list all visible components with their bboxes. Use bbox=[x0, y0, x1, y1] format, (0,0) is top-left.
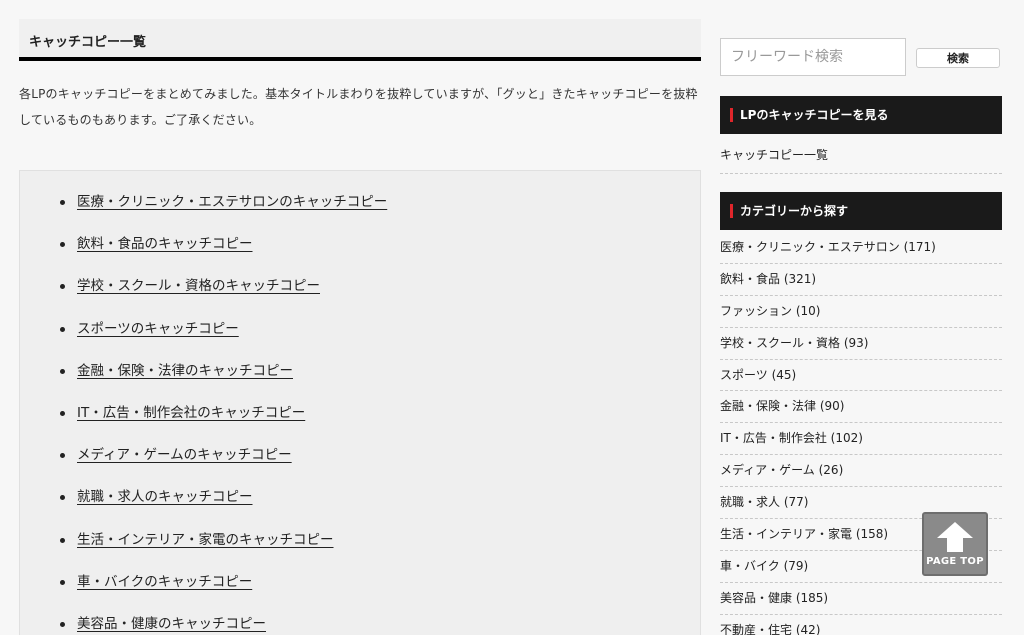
bullet-icon bbox=[60, 284, 65, 290]
catchcopy-link[interactable]: 車・バイクのキャッチコピー bbox=[77, 574, 252, 590]
catchcopy-link[interactable]: 生活・インテリア・家電のキャッチコピー bbox=[77, 532, 334, 548]
catchcopy-link[interactable]: メディア・ゲームのキャッチコピー bbox=[77, 447, 292, 463]
catchcopy-link[interactable]: 飲料・食品のキャッチコピー bbox=[77, 236, 253, 252]
category-link[interactable]: 金融・保険・法律 (90) bbox=[720, 399, 844, 413]
category-link[interactable]: 生活・インテリア・家電 (158) bbox=[720, 527, 888, 541]
list-item: スポーツのキャッチコピー bbox=[58, 315, 700, 357]
search-form: 検索 bbox=[720, 38, 1002, 76]
category-link[interactable]: 医療・クリニック・エステサロン (171) bbox=[720, 240, 936, 254]
list-item: 就職・求人のキャッチコピー bbox=[58, 483, 700, 525]
catchcopy-list-box: 医療・クリニック・エステサロンのキャッチコピー 飲料・食品のキャッチコピー学校・ス… bbox=[19, 170, 701, 635]
catchcopy-link[interactable]: IT・広告・制作会社のキャッチコピー bbox=[77, 405, 305, 421]
search-button[interactable]: 検索 bbox=[916, 48, 1000, 68]
bullet-icon bbox=[60, 326, 65, 332]
list-item: 医療・クリニック・エステサロンのキャッチコピー bbox=[58, 188, 700, 230]
category-item: IT・広告・制作会社 (102) bbox=[720, 423, 1002, 456]
bullet-icon bbox=[60, 242, 65, 248]
page-top-button[interactable]: PAGE TOP bbox=[922, 512, 988, 576]
category-item: 不動産・住宅 (42) bbox=[720, 615, 1002, 635]
category-item: 学校・スクール・資格 (93) bbox=[720, 328, 1002, 360]
list-item: 美容品・健康のキャッチコピー bbox=[58, 610, 700, 635]
catchcopy-link[interactable]: 金融・保険・法律のキャッチコピー bbox=[77, 363, 293, 379]
bullet-icon bbox=[60, 200, 65, 205]
list-item: 車・バイクのキャッチコピー bbox=[58, 568, 700, 610]
list-item: メディア・ゲームのキャッチコピー bbox=[58, 441, 700, 483]
list-item: 飲料・食品のキャッチコピー bbox=[58, 230, 700, 272]
category-link[interactable]: メディア・ゲーム (26) bbox=[720, 463, 843, 477]
bullet-icon bbox=[60, 410, 65, 416]
category-link[interactable]: 飲料・食品 (321) bbox=[720, 272, 816, 286]
category-item: 飲料・食品 (321) bbox=[720, 264, 1002, 296]
category-item: 医療・クリニック・エステサロン (171) bbox=[720, 232, 1002, 264]
category-link[interactable]: ファッション (10) bbox=[720, 304, 820, 318]
catchcopy-list: 医療・クリニック・エステサロンのキャッチコピー 飲料・食品のキャッチコピー学校・ス… bbox=[58, 188, 700, 635]
list-item: 学校・スクール・資格のキャッチコピー bbox=[58, 272, 700, 314]
widget-title-text: カテゴリーから探す bbox=[740, 204, 849, 218]
widget-title-text: LPのキャッチコピーを見る bbox=[740, 108, 889, 122]
category-item: メディア・ゲーム (26) bbox=[720, 455, 1002, 488]
up-arrow-icon bbox=[937, 522, 973, 552]
catchcopy-link[interactable]: 就職・求人のキャッチコピー bbox=[77, 489, 253, 505]
category-link[interactable]: スポーツ (45) bbox=[720, 368, 796, 382]
catchcopy-link[interactable]: 学校・スクール・資格のキャッチコピー bbox=[77, 278, 320, 294]
bullet-icon bbox=[60, 495, 65, 501]
catchcopy-link[interactable]: 医療・クリニック・エステサロンのキャッチコピー bbox=[77, 194, 387, 210]
list-item: IT・広告・制作会社のキャッチコピー bbox=[58, 399, 700, 441]
list-item: 金融・保険・法律のキャッチコピー bbox=[58, 357, 700, 399]
category-item: スポーツ (45) bbox=[720, 360, 1002, 392]
category-link[interactable]: 美容品・健康 (185) bbox=[720, 591, 828, 605]
bullet-icon bbox=[60, 368, 65, 374]
category-link[interactable]: 不動産・住宅 (42) bbox=[720, 623, 820, 635]
bullet-icon bbox=[60, 537, 65, 543]
accent-bar bbox=[730, 108, 733, 122]
bullet-icon bbox=[60, 453, 65, 459]
search-input[interactable] bbox=[720, 38, 906, 76]
category-item: 美容品・健康 (185) bbox=[720, 583, 1002, 615]
accent-bar bbox=[730, 204, 733, 218]
catchcopy-link[interactable]: 美容品・健康のキャッチコピー bbox=[77, 616, 266, 632]
widget-title-category: カテゴリーから探す bbox=[720, 192, 1002, 230]
intro-text: 各LPのキャッチコピーをまとめてみました。基本タイトルまわりを抜粋していますが、… bbox=[19, 87, 698, 127]
category-link[interactable]: IT・広告・制作会社 (102) bbox=[720, 431, 863, 445]
page-title-text: キャッチコピー一覧 bbox=[29, 35, 147, 50]
bullet-icon bbox=[60, 579, 65, 585]
bullet-icon bbox=[60, 621, 65, 627]
category-link[interactable]: 就職・求人 (77) bbox=[720, 495, 808, 509]
catchcopy-link[interactable]: スポーツのキャッチコピー bbox=[77, 321, 239, 337]
category-link[interactable]: 車・バイク (79) bbox=[720, 559, 808, 573]
main-content: キャッチコピー一覧 各LPのキャッチコピーをまとめてみました。基本タイトルまわり… bbox=[19, 19, 701, 635]
page-title: キャッチコピー一覧 bbox=[19, 19, 701, 61]
list-item: 生活・インテリア・家電のキャッチコピー bbox=[58, 526, 700, 568]
category-link[interactable]: 学校・スクール・資格 (93) bbox=[720, 336, 868, 350]
category-item: ファッション (10) bbox=[720, 296, 1002, 328]
category-item: 金融・保険・法律 (90) bbox=[720, 391, 1002, 424]
page-top-label: PAGE TOP bbox=[926, 556, 984, 567]
catchcopy-list-link[interactable]: キャッチコピー一覧 bbox=[720, 134, 1002, 174]
widget-title-catchcopy: LPのキャッチコピーを見る bbox=[720, 96, 1002, 134]
